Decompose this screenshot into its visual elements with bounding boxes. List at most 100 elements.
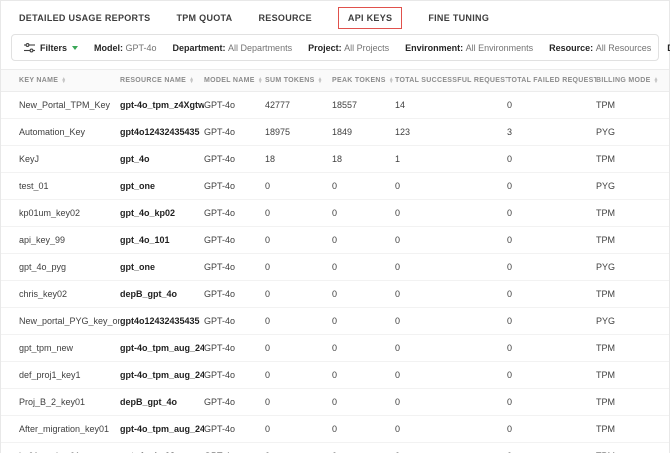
cell-total-successful-request: 0 bbox=[395, 370, 401, 380]
cell-resource-name: depB_gpt_4o bbox=[120, 289, 178, 299]
table-body: New_Portal_TPM_Key gpt-4o_tpm_z4Xgtw GPT-4… bbox=[1, 92, 669, 453]
cell-model-name: GPT-4o bbox=[204, 289, 236, 299]
cell-total-successful-request: 1 bbox=[395, 154, 401, 164]
cell-resource-name: gpt4o12432435435 bbox=[120, 127, 200, 137]
cell-sum-tokens: 0 bbox=[265, 262, 271, 272]
column-header-label: BILLING MODE bbox=[596, 77, 651, 84]
table-row[interactable]: Proj_B_2_key01 depB_gpt_4o GPT-4o 0 0 0 0 TPM bbox=[1, 389, 669, 416]
cell-billing-mode: TPM bbox=[596, 154, 615, 164]
column-header[interactable]: MODEL NAME ▲ ▼ bbox=[204, 77, 265, 84]
table-row[interactable]: After_migration_key01 gpt-4o_tpm_aug_24 GP… bbox=[1, 416, 669, 443]
table-row[interactable]: test_01 gpt_one GPT-4o 0 0 0 0 PYG bbox=[1, 173, 669, 200]
filter-environment[interactable]: Environment: All Environments bbox=[405, 43, 533, 53]
column-header[interactable]: BILLING MODE ▲ ▼ bbox=[596, 77, 670, 84]
filters-button[interactable]: Filters bbox=[24, 42, 79, 53]
cell-resource-name: depB_gpt_4o bbox=[120, 397, 178, 407]
cell-key-name: def_proj1_key1 bbox=[19, 370, 81, 380]
filter-project-value: All Projects bbox=[344, 42, 390, 53]
cell-total-successful-request: 0 bbox=[395, 316, 401, 326]
cell-billing-mode: TPM bbox=[596, 100, 615, 110]
column-header[interactable]: RESOURCE NAME ▲ ▼ bbox=[120, 77, 204, 84]
column-header[interactable]: TOTAL FAILED REQUEST▲▼ bbox=[507, 77, 596, 84]
cell-key-name: After_migration_key01 bbox=[19, 424, 110, 434]
sort-icon[interactable]: ▲ ▼ bbox=[258, 77, 263, 84]
table-row[interactable]: gpt_tpm_new gpt-4o_tpm_aug_24 GPT-4o 0 0 0 0 TP… bbox=[1, 335, 669, 362]
sort-icon[interactable]: ▲ ▼ bbox=[189, 77, 194, 84]
cell-total-failed-request: 0 bbox=[507, 316, 513, 326]
cell-model-name: GPT-4o bbox=[204, 343, 236, 353]
filter-model-value: GPT-4o bbox=[125, 42, 157, 53]
cell-peak-tokens: 0 bbox=[332, 289, 338, 299]
cell-model-name: GPT-4o bbox=[204, 397, 236, 407]
cell-key-name: Proj_B_2_key01 bbox=[19, 397, 86, 407]
table-row[interactable]: k_01um_key01gpt_4o_kp02GPT-4o0000TPM bbox=[1, 443, 669, 453]
table-row[interactable]: def_proj1_key1 gpt-4o_tpm_aug_24 GPT-4o 0 0 0… bbox=[1, 362, 669, 389]
column-header[interactable]: SUM TOKENS ▲ ▼ bbox=[265, 77, 332, 84]
cell-sum-tokens: 18975 bbox=[265, 127, 291, 137]
sort-icon[interactable]: ▲ ▼ bbox=[654, 77, 659, 84]
column-header[interactable]: TOTAL SUCCESSFUL REQUEST▲▼ bbox=[395, 77, 507, 84]
table-row[interactable]: Automation_Key gpt4o12432435435 GPT-4o 1897… bbox=[1, 119, 669, 146]
cell-total-failed-request: 0 bbox=[507, 235, 513, 245]
cell-peak-tokens: 18557 bbox=[332, 100, 358, 110]
cell-resource-name: gpt_4o bbox=[120, 154, 150, 164]
cell-peak-tokens: 0 bbox=[332, 262, 338, 272]
cell-total-successful-request: 0 bbox=[395, 424, 401, 434]
cell-billing-mode: TPM bbox=[596, 397, 615, 407]
cell-key-name: kp01um_key02 bbox=[19, 208, 81, 218]
cell-total-successful-request: 0 bbox=[395, 397, 401, 407]
cell-resource-name: gpt_4o_101 bbox=[120, 235, 170, 245]
column-header[interactable]: PEAK TOKENS ▲ ▼ bbox=[332, 77, 395, 84]
table-row[interactable]: chris_key02 depB_gpt_4o GPT-4o 0 0 0 0 TPM bbox=[1, 281, 669, 308]
table-row[interactable]: KeyJ gpt_4o GPT-4o 18 18 1 0 TPM bbox=[1, 146, 669, 173]
cell-total-failed-request: 0 bbox=[507, 262, 513, 272]
tab-tpm-quota[interactable]: TPM QUOTA bbox=[176, 8, 232, 28]
cell-total-successful-request: 0 bbox=[395, 289, 401, 299]
filters-label: Filters bbox=[40, 42, 68, 53]
column-header-label: SUM TOKENS bbox=[265, 77, 315, 84]
table-row[interactable]: New_portal_PYG_key_one gpt4o12432435435 GP… bbox=[1, 308, 669, 335]
cell-resource-name: gpt-4o_tpm_z4Xgtw bbox=[120, 100, 204, 110]
chevron-down-icon bbox=[72, 46, 79, 50]
cell-sum-tokens: 0 bbox=[265, 235, 271, 245]
cell-total-successful-request: 0 bbox=[395, 208, 401, 218]
cell-key-name: chris_key02 bbox=[19, 289, 68, 299]
tab-detailed-usage-reports[interactable]: DETAILED USAGE REPORTS bbox=[19, 8, 150, 28]
sort-icon[interactable]: ▲ ▼ bbox=[318, 77, 323, 84]
sort-icon[interactable]: ▲ ▼ bbox=[61, 77, 66, 84]
cell-model-name: GPT-4o bbox=[204, 208, 236, 218]
filter-model[interactable]: Model: GPT-4o bbox=[94, 43, 157, 53]
cell-key-name: New_Portal_TPM_Key bbox=[19, 100, 111, 110]
cell-total-successful-request: 0 bbox=[395, 181, 401, 191]
filter-resource-value: All Resources bbox=[595, 42, 652, 53]
cell-total-failed-request: 0 bbox=[507, 289, 513, 299]
tab-resource[interactable]: RESOURCE bbox=[258, 8, 311, 28]
cell-total-successful-request: 0 bbox=[395, 262, 401, 272]
table-row[interactable]: gpt_4o_pyg gpt_one GPT-4o 0 0 0 0 PYG bbox=[1, 254, 669, 281]
table-row[interactable]: api_key_99 gpt_4o_101 GPT-4o 0 0 0 0 TPM bbox=[1, 227, 669, 254]
cell-peak-tokens: 0 bbox=[332, 208, 338, 218]
filter-resource[interactable]: Resource: All Resources bbox=[549, 43, 651, 53]
table-row[interactable]: kp01um_key02 gpt_4o_kp02 GPT-4o 0 0 0 0 TPM bbox=[1, 200, 669, 227]
table-row[interactable]: New_Portal_TPM_Key gpt-4o_tpm_z4Xgtw GPT-4… bbox=[1, 92, 669, 119]
column-header-label: MODEL NAME bbox=[204, 77, 255, 84]
column-header[interactable]: KEY NAME ▲ ▼ bbox=[19, 77, 120, 84]
filter-project[interactable]: Project: All Projects bbox=[308, 43, 389, 53]
cell-key-name: New_portal_PYG_key_one bbox=[19, 316, 120, 326]
cell-resource-name: gpt_one bbox=[120, 262, 155, 272]
filter-environment-label: Environment: bbox=[405, 42, 466, 53]
cell-sum-tokens: 0 bbox=[265, 397, 271, 407]
cell-billing-mode: TPM bbox=[596, 289, 615, 299]
sort-icon[interactable]: ▲ ▼ bbox=[389, 77, 394, 84]
cell-resource-name: gpt_one bbox=[120, 181, 155, 191]
table-header-row: KEY NAME ▲ ▼ RESOURCE NAME ▲ ▼ MODEL NAME ▲ ▼ SUM… bbox=[1, 69, 669, 92]
tab-fine-tuning[interactable]: FINE TUNING bbox=[428, 8, 489, 28]
tab-api-keys[interactable]: API KEYS bbox=[337, 7, 403, 29]
filter-department[interactable]: Department: All Departments bbox=[173, 43, 293, 53]
api-keys-page: DETAILED USAGE REPORTS TPM QUOTA RESOURCE A… bbox=[0, 0, 670, 453]
cell-sum-tokens: 0 bbox=[265, 316, 271, 326]
cell-total-successful-request: 0 bbox=[395, 235, 401, 245]
cell-resource-name: gpt-4o_tpm_aug_24 bbox=[120, 370, 204, 380]
cell-total-successful-request: 0 bbox=[395, 343, 401, 353]
cell-total-failed-request: 0 bbox=[507, 181, 513, 191]
